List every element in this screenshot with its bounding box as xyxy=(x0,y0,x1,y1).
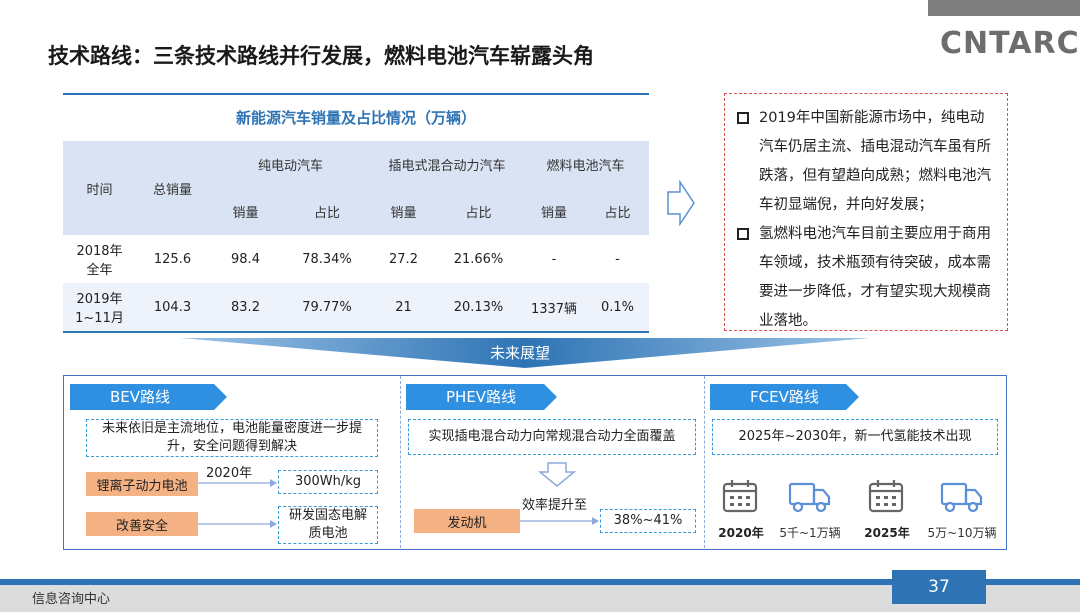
header-fcev-share: 占比 xyxy=(586,188,649,235)
bev-solid-state-value: 研发固态电解质电池 xyxy=(278,506,378,544)
fcev-year-label: 2025年 xyxy=(864,526,910,540)
header-phev-sales: 销量 xyxy=(372,188,435,235)
company-logo: CNTARC xyxy=(940,26,1080,61)
table-caption: 新能源汽车销量及占比情况（万辆） xyxy=(235,109,476,127)
row-total: 104.3 xyxy=(136,283,209,331)
bev-arrow-icon xyxy=(198,479,277,487)
summary-bullet-text: 氢燃料电池汽车目前主要应用于商用车领域，技术瓶颈有待突破，成本需要进一步降低，才… xyxy=(759,226,991,329)
row-year: 2019年 xyxy=(76,292,123,307)
panel-divider xyxy=(704,376,705,548)
footer-org: 信息咨询中心 xyxy=(32,592,111,607)
square-bullet-icon xyxy=(737,112,749,124)
header-fcev: 燃料电池汽车 xyxy=(522,141,649,188)
sales-table: 时间 总销量 纯电动汽车 插电式混合动力汽车 燃料电池汽车 销量 占比 销量 占… xyxy=(63,141,649,331)
row-total: 125.6 xyxy=(136,235,209,283)
down-arrow-icon xyxy=(538,462,576,487)
bev-route-tag: BEV路线 xyxy=(70,384,227,410)
phev-engine-label: 发动机 xyxy=(414,509,520,533)
row-phev-share: 21.66% xyxy=(435,235,522,283)
row-fcev-sales: 1337辆 xyxy=(522,283,586,331)
bev-lithium-battery-label: 锂离子动力电池 xyxy=(86,472,198,496)
header-time: 时间 xyxy=(63,141,136,235)
sales-table-section: 新能源汽车销量及占比情况（万辆） 时间 总销量 纯电动汽车 插电式混合动力汽车 … xyxy=(63,93,649,333)
phev-arrow-icon xyxy=(520,517,599,525)
header-bev-share: 占比 xyxy=(282,188,372,235)
row-phev-sales: 21 xyxy=(372,283,435,331)
header-phev-share: 占比 xyxy=(435,188,522,235)
row-phev-sales: 27.2 xyxy=(372,235,435,283)
row-bev-sales: 98.4 xyxy=(209,235,282,283)
calendar-icon xyxy=(722,480,758,513)
phev-efficiency-note: 效率提升至 xyxy=(522,498,588,513)
row-year: 2018年 xyxy=(76,244,123,259)
row-fcev-share: 0.1% xyxy=(586,283,649,331)
bev-energy-density-value: 300Wh/kg xyxy=(278,470,378,494)
header-fcev-sales: 销量 xyxy=(522,188,586,235)
table-row: 2019年 1~11月 104.3 83.2 79.77% 21 20.13% 1… xyxy=(63,283,649,331)
header-phev: 插电式混合动力汽车 xyxy=(372,141,522,188)
summary-bullet-text: 2019年中国新能源市场中，纯电动汽车仍居主流、插电混动汽车虽有所跌落，但有望趋… xyxy=(759,110,991,213)
summary-bullet: 氢燃料电池汽车目前主要应用于商用车领域，技术瓶颈有待突破，成本需要进一步降低，才… xyxy=(735,220,997,336)
page-title: 技术路线：三条技术路线并行发展，燃料电池汽车崭露头角 xyxy=(48,44,594,68)
panel-divider xyxy=(400,376,401,548)
row-phev-share: 20.13% xyxy=(435,283,522,331)
row-time: 2018年全年 xyxy=(63,235,136,283)
row-fcev-sales: - xyxy=(522,235,586,283)
header-bev: 纯电动汽车 xyxy=(209,141,372,188)
row-bev-sales: 83.2 xyxy=(209,283,282,331)
phev-route-tag: PHEV路线 xyxy=(406,384,557,410)
truck-icon xyxy=(940,482,983,513)
phev-efficiency-value: 38%~41% xyxy=(600,509,696,533)
bev-arrow-icon xyxy=(198,520,277,528)
route-panels: BEV路线 未来依旧是主流地位，电池能量密度进一步提升，安全问题得到解决 锂离子… xyxy=(63,375,1007,550)
summary-box: 2019年中国新能源市场中，纯电动汽车仍居主流、插电混动汽车虽有所跌落，但有望趋… xyxy=(724,93,1008,331)
row-time: 2019年 1~11月 xyxy=(63,283,136,331)
row-period: 1~11月 xyxy=(75,311,124,326)
header-total: 总销量 xyxy=(136,141,209,235)
truck-icon xyxy=(788,482,831,513)
future-outlook-label: 未来展望 xyxy=(489,344,550,362)
table-bottom-rule xyxy=(63,331,649,333)
row-bev-share: 78.34% xyxy=(282,235,372,283)
fcev-description: 2025年~2030年，新一代氢能技术出现 xyxy=(712,419,998,455)
summary-bullet: 2019年中国新能源市场中，纯电动汽车仍居主流、插电混动汽车虽有所跌落，但有望趋… xyxy=(735,104,997,220)
top-gray-bar xyxy=(928,0,1080,16)
row-period: 全年 xyxy=(86,263,113,278)
phev-description: 实现插电混合动力向常规混合动力全面覆盖 xyxy=(408,419,696,455)
page-number: 37 xyxy=(892,570,986,604)
right-arrow-icon xyxy=(667,180,695,226)
bev-description: 未来依旧是主流地位，电池能量密度进一步提升，安全问题得到解决 xyxy=(86,419,378,457)
row-bev-share: 79.77% xyxy=(282,283,372,331)
header-bev-sales: 销量 xyxy=(209,188,282,235)
row-fcev-share: - xyxy=(586,235,649,283)
fcev-vehicle-count: 5万~10万辆 xyxy=(927,526,997,540)
table-row: 2018年 全年 125.6 98.4 78.34% 27.2 21.66% - … xyxy=(63,235,649,283)
fcev-route-tag: FCEV路线 xyxy=(710,384,859,410)
bev-safety-label: 改善安全 xyxy=(86,512,198,536)
calendar-icon xyxy=(868,480,904,513)
square-bullet-icon xyxy=(737,228,749,240)
fcev-vehicle-count: 5千~1万辆 xyxy=(779,526,841,540)
fcev-year-label: 2020年 xyxy=(718,526,764,540)
